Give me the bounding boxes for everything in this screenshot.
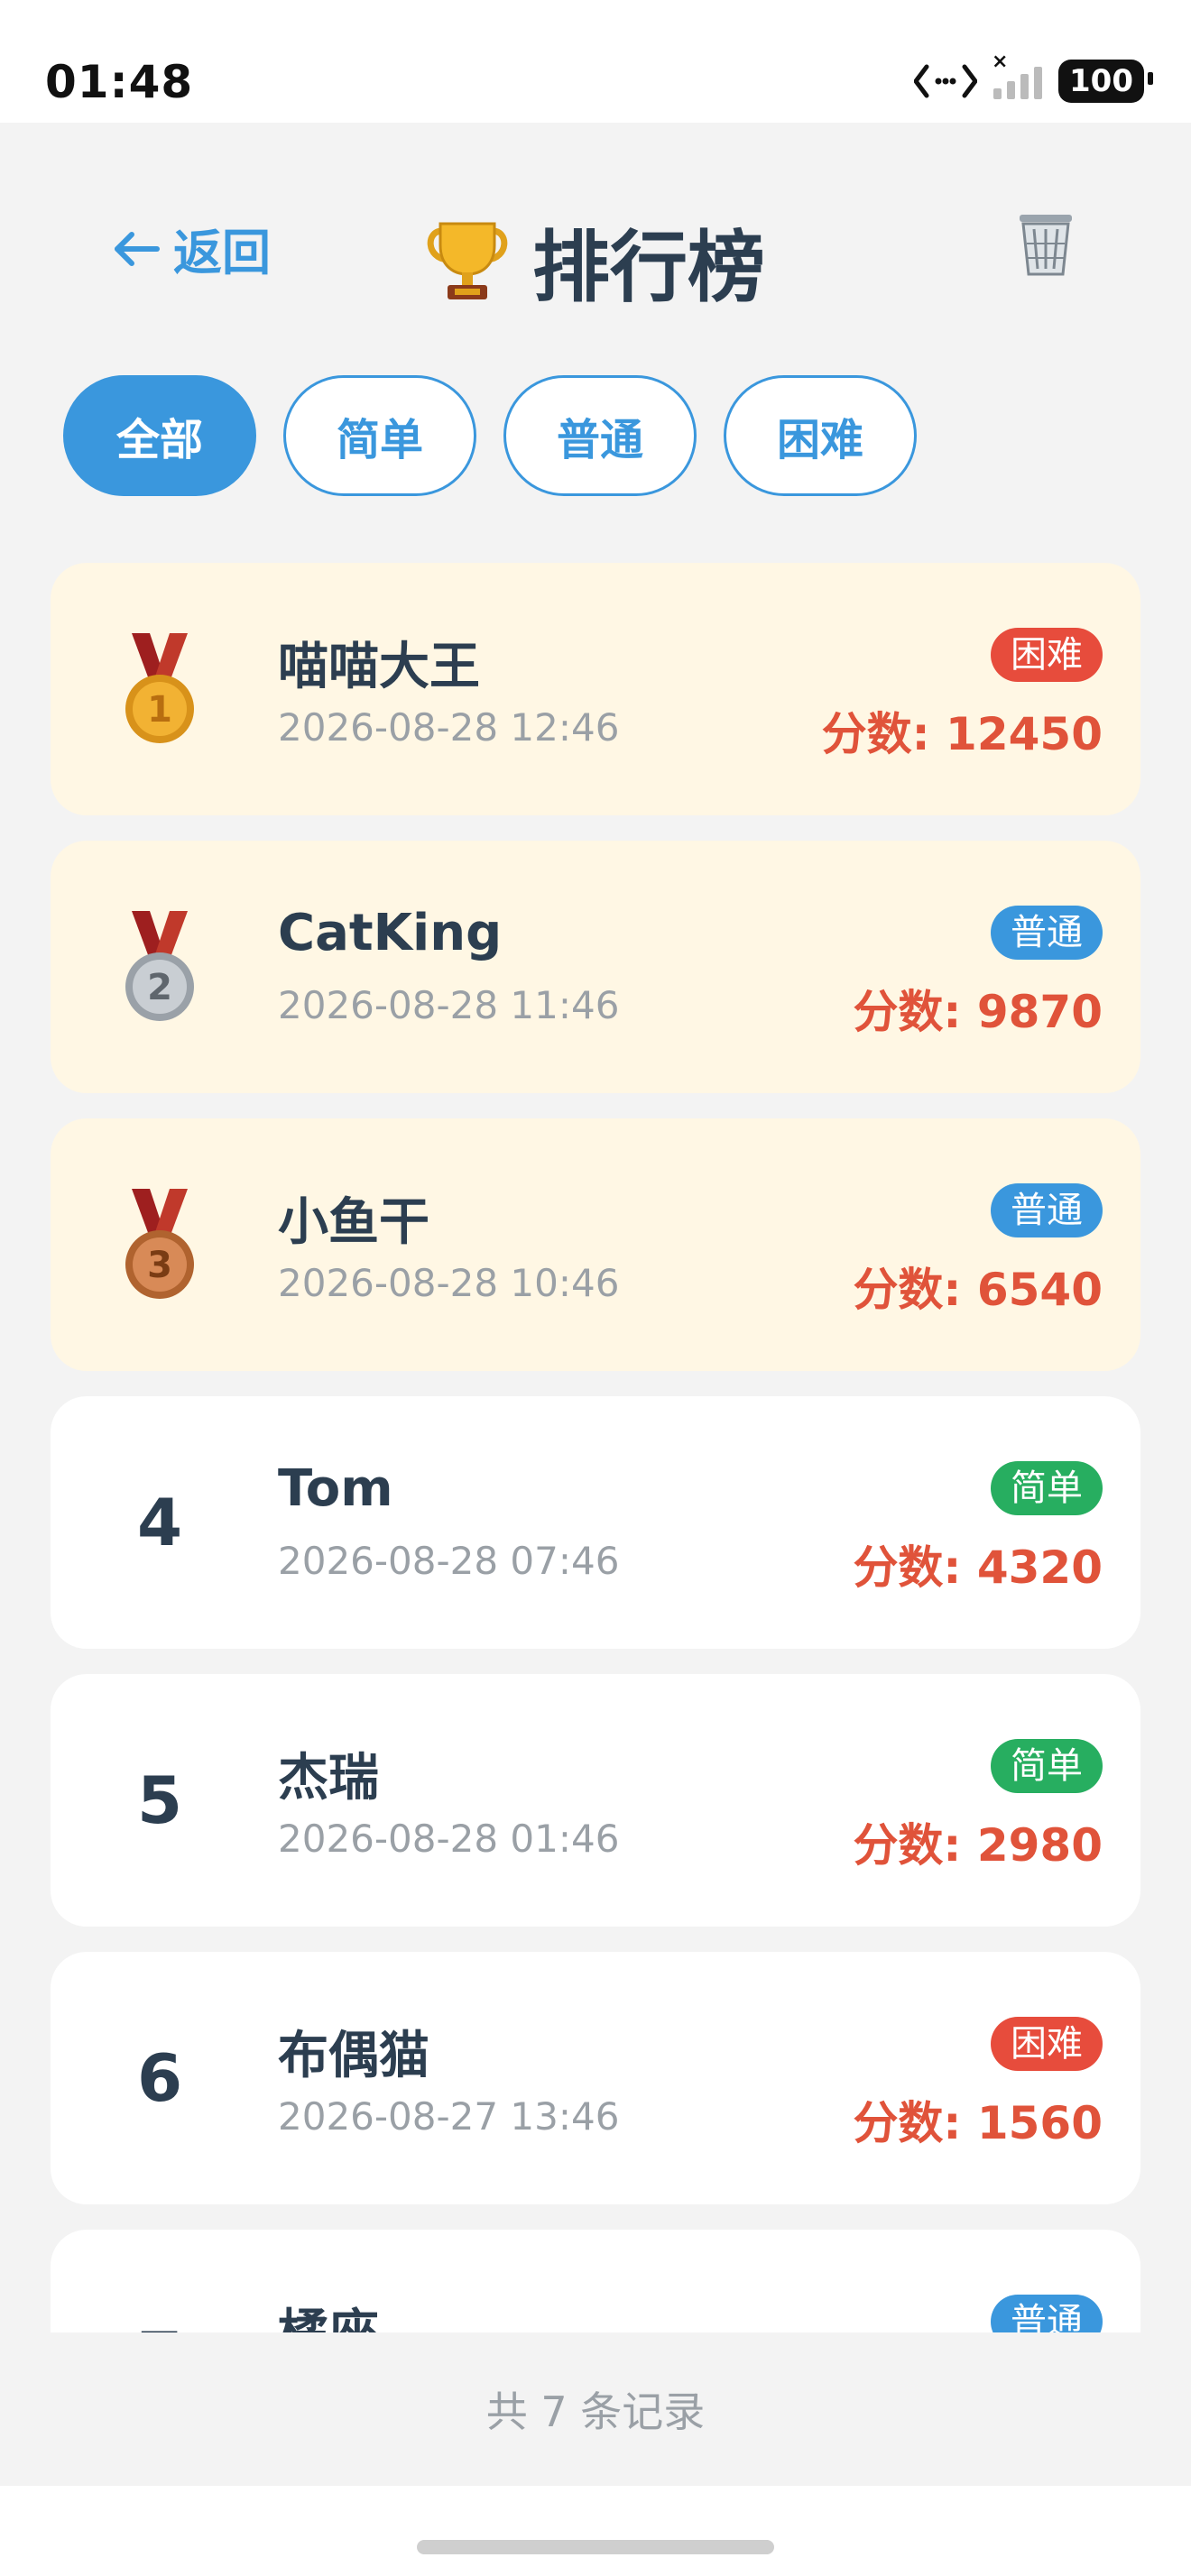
- signal-icon: ×: [992, 51, 1043, 99]
- difficulty-badge: 简单: [991, 1739, 1103, 1793]
- record-date: 2026-08-28 11:46: [278, 983, 620, 1027]
- silver-medal-icon: 2: [110, 841, 209, 1093]
- player-name: 布偶猫: [278, 2027, 429, 2085]
- leaderboard-row[interactable]: 1 喵喵大王 2026-08-28 12:46 困难分数: 12450: [51, 563, 1140, 815]
- filter-all-chip[interactable]: 全部: [63, 375, 256, 496]
- rank-number: 6: [136, 2040, 183, 2116]
- status-icons: × 100: [914, 51, 1153, 103]
- score-value: 分数: 4320: [853, 1541, 1103, 1594]
- player-name: 橘座: [278, 2293, 379, 2332]
- record-date: 2026-08-28 01:46: [278, 1817, 620, 1861]
- leaderboard-row[interactable]: 4 Tom 2026-08-28 07:46 简单分数: 4320: [51, 1396, 1140, 1649]
- leaderboard-row[interactable]: 5 杰瑞 2026-08-28 01:46 简单分数: 2980: [51, 1674, 1140, 1927]
- clear-records-button[interactable]: [1016, 209, 1076, 278]
- svg-text:2: 2: [147, 967, 172, 1008]
- leaderboard-row[interactable]: 3 小鱼干 2026-08-28 10:46 普通分数: 6540: [51, 1118, 1140, 1371]
- leaderboard-row[interactable]: 6 布偶猫 2026-08-27 13:46 困难分数: 1560: [51, 1952, 1140, 2204]
- player-name: 杰瑞: [278, 1749, 379, 1808]
- player-name: 小鱼干: [278, 1193, 429, 1252]
- svg-text:3: 3: [147, 1245, 172, 1286]
- player-name: 喵喵大王: [278, 638, 480, 696]
- home-indicator[interactable]: [417, 2540, 774, 2554]
- title-text: 排行榜: [532, 223, 765, 313]
- player-name: CatKing: [278, 904, 503, 962]
- trash-icon: [1020, 215, 1072, 276]
- record-date: 2026-08-28 12:46: [278, 705, 620, 750]
- score-value: 分数: 2980: [853, 1819, 1103, 1872]
- record-date: 2026-08-27 13:46: [278, 2094, 620, 2139]
- difficulty-badge: 困难: [991, 2017, 1103, 2071]
- score-value: 分数: 9870: [853, 986, 1103, 1038]
- score-value: 分数: 6540: [853, 1264, 1103, 1316]
- record-count: 共 7 条记录: [485, 2387, 706, 2436]
- difficulty-badge: 普通: [991, 906, 1103, 960]
- difficulty-badge: 普通: [991, 1183, 1103, 1237]
- system-nav-bar: [0, 2486, 1191, 2576]
- record-date: 2026-08-28 07:46: [278, 1539, 620, 1583]
- difficulty-badge: 困难: [991, 628, 1103, 682]
- rank-number: 7: [110, 2230, 209, 2332]
- leaderboard-list[interactable]: 1 喵喵大王 2026-08-28 12:46 困难 分数: 12450 2 CatKing…: [51, 563, 1140, 2332]
- rank-number: 4: [136, 1485, 183, 1560]
- difficulty-badge: 普通: [991, 2295, 1103, 2332]
- filter-easy-chip[interactable]: 简单: [283, 375, 476, 496]
- leaderboard-row[interactable]: 2 CatKing 2026-08-28 11:46 普通分数: 9870: [51, 841, 1140, 1093]
- score-value: 分数: 12450: [821, 708, 1103, 760]
- record-date: 2026-08-28 10:46: [278, 1261, 620, 1305]
- page-title: 排行榜: [0, 204, 1191, 317]
- player-name: Tom: [278, 1459, 393, 1518]
- filter-normal-chip[interactable]: 普通: [503, 375, 697, 496]
- footer: 共 7 条记录: [0, 2332, 1191, 2486]
- leaderboard-row[interactable]: 7 橘座 普通: [51, 2230, 1140, 2332]
- score-value: 分数: 1560: [853, 2097, 1103, 2149]
- status-time: 01:48: [45, 56, 194, 108]
- difficulty-badge: 简单: [991, 1461, 1103, 1515]
- gold-medal-icon: 1: [110, 563, 209, 815]
- battery-icon: 100: [1058, 60, 1153, 103]
- trophy-icon: [427, 222, 508, 299]
- data-transfer-icon: [914, 64, 978, 98]
- svg-text:1: 1: [147, 689, 172, 731]
- filter-hard-chip[interactable]: 困难: [724, 375, 917, 496]
- status-bar: 01:48 × 100: [0, 0, 1191, 123]
- header: 返回 排行榜: [0, 123, 1191, 375]
- difficulty-filter: 全部 简单 普通 困难: [63, 375, 917, 496]
- rank-number: 5: [136, 1762, 183, 1838]
- bronze-medal-icon: 3: [110, 1118, 209, 1371]
